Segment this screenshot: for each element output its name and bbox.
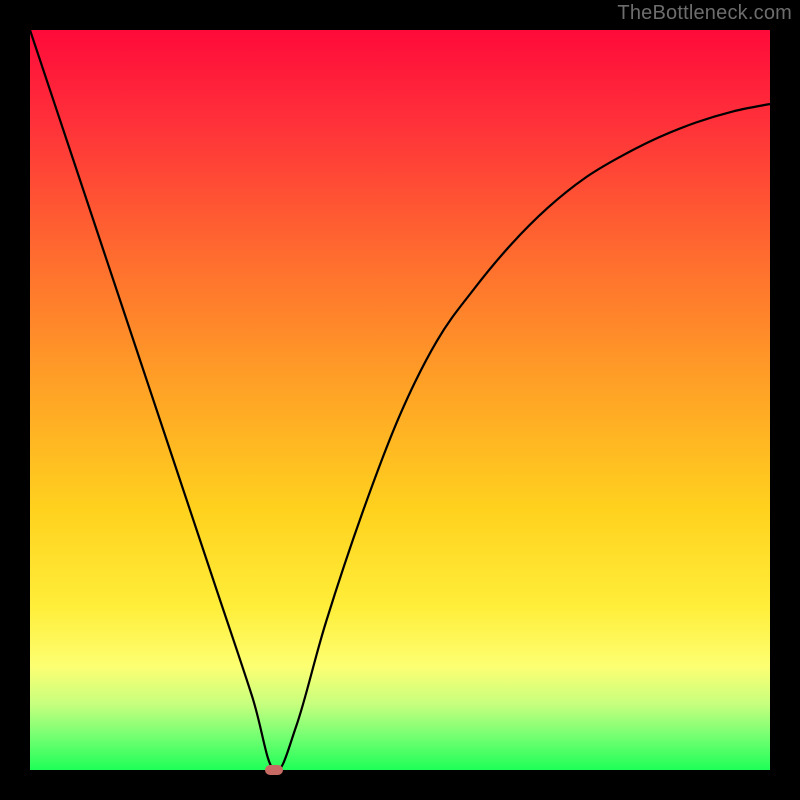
watermark-text: TheBottleneck.com [617, 2, 792, 25]
min-marker [265, 765, 283, 775]
plot-area [30, 30, 770, 770]
chart-frame: TheBottleneck.com [0, 0, 800, 800]
bottleneck-curve [30, 30, 770, 770]
curve-path [30, 30, 770, 771]
